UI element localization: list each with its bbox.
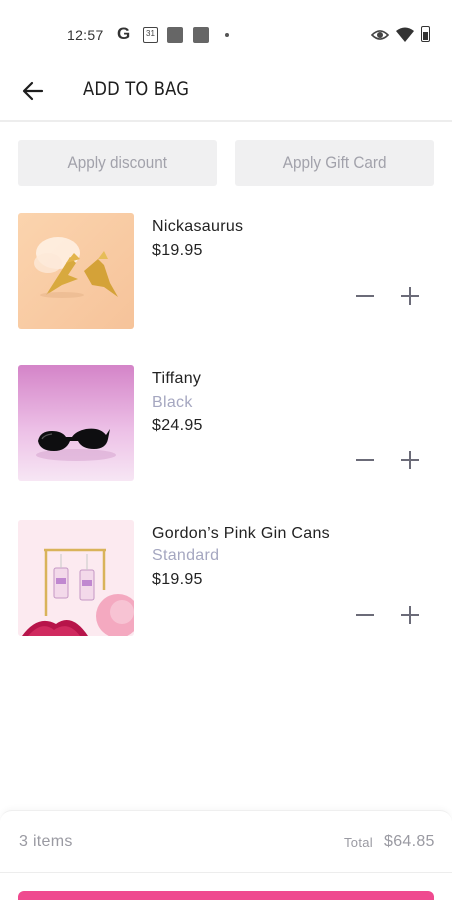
app-bar: ADD TO BAG bbox=[0, 60, 452, 122]
dot-icon bbox=[225, 33, 229, 37]
product-image[interactable] bbox=[18, 365, 134, 481]
cart-summary: 3 items Total $64.85 bbox=[0, 810, 452, 900]
divider bbox=[0, 872, 452, 873]
apply-gift-card-button[interactable]: Apply Gift Card bbox=[235, 140, 434, 186]
item-variant: Standard bbox=[152, 547, 220, 564]
wifi-icon bbox=[396, 27, 414, 42]
notification-icon bbox=[193, 27, 209, 43]
checkout-button[interactable] bbox=[18, 891, 434, 900]
item-price: $19.95 bbox=[152, 571, 203, 588]
plus-icon bbox=[401, 287, 419, 305]
apply-discount-button[interactable]: Apply discount bbox=[18, 140, 217, 186]
product-image[interactable] bbox=[18, 520, 134, 636]
total-value: $64.85 bbox=[384, 833, 435, 850]
plus-icon bbox=[401, 606, 419, 624]
google-icon: G bbox=[117, 24, 131, 43]
cart-item: Nickasaurus $19.95 bbox=[0, 213, 452, 331]
decrease-quantity-button[interactable] bbox=[354, 604, 376, 626]
notification-icon bbox=[167, 27, 183, 43]
total-label: Total bbox=[344, 835, 373, 850]
plus-icon bbox=[401, 451, 419, 469]
calendar-icon: 31 bbox=[143, 27, 158, 43]
increase-quantity-button[interactable] bbox=[399, 449, 421, 471]
page-title: ADD TO BAG bbox=[83, 78, 190, 100]
increase-quantity-button[interactable] bbox=[399, 604, 421, 626]
status-time: 12:57 bbox=[67, 27, 104, 43]
item-count: 3 items bbox=[19, 833, 73, 850]
minus-icon bbox=[356, 459, 374, 461]
back-button[interactable] bbox=[18, 76, 48, 106]
item-name: Nickasaurus bbox=[152, 218, 244, 235]
arrow-left-icon bbox=[22, 81, 44, 101]
apply-discount-label: Apply discount bbox=[67, 153, 168, 172]
battery-icon bbox=[421, 26, 430, 42]
item-name: Tiffany bbox=[152, 370, 202, 387]
item-price: $24.95 bbox=[152, 417, 203, 434]
decrease-quantity-button[interactable] bbox=[354, 449, 376, 471]
item-name: Gordon’s Pink Gin Cans bbox=[152, 525, 330, 542]
increase-quantity-button[interactable] bbox=[399, 285, 421, 307]
item-variant: Black bbox=[152, 394, 193, 411]
product-image[interactable] bbox=[18, 213, 134, 329]
cart-item: Gordon’s Pink Gin Cans Standard $19.95 bbox=[0, 520, 452, 638]
eye-icon bbox=[371, 30, 389, 40]
apply-gift-card-label: Apply Gift Card bbox=[282, 153, 387, 172]
minus-icon bbox=[356, 295, 374, 297]
cart-item: Tiffany Black $24.95 bbox=[0, 365, 452, 483]
decrease-quantity-button[interactable] bbox=[354, 285, 376, 307]
item-price: $19.95 bbox=[152, 242, 203, 259]
minus-icon bbox=[356, 614, 374, 616]
